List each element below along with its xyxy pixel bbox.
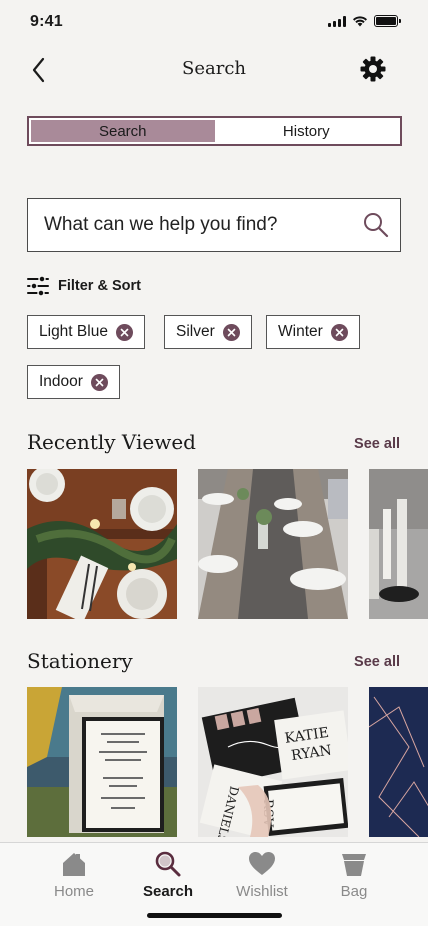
settings-button[interactable] [358,54,388,84]
gear-icon [360,56,386,82]
filter-sort-label: Filter & Sort [58,278,141,294]
home-icon [59,849,89,879]
chip-light-blue[interactable]: Light Blue [27,315,145,349]
recent-item-long-table[interactable] [198,469,348,619]
stationery-item-black-invites[interactable]: KATIE RYAN DANIELS RSV [198,687,348,837]
close-icon[interactable] [90,373,108,391]
sliders-icon [27,276,49,296]
see-all-stationery-link[interactable]: See all [354,654,400,670]
product-image [27,687,177,837]
chip-silver[interactable]: Silver [164,315,252,349]
segmented-control: Search History [27,116,402,146]
recent-item-table-greenery[interactable] [27,469,177,619]
chip-label: Silver [176,323,215,340]
recently-viewed-carousel[interactable] [27,469,428,619]
stationery-item-navy-geometric[interactable] [369,687,428,837]
close-icon[interactable] [222,323,240,341]
see-all-recently-viewed-link[interactable]: See all [354,436,400,452]
heart-icon [247,849,277,879]
tab-label-search: Search [142,883,194,900]
filter-sort-button[interactable]: Filter & Sort [27,276,141,296]
status-time: 9:41 [30,13,63,30]
search-icon[interactable] [352,199,400,251]
header: Search [0,50,428,90]
chip-indoor[interactable]: Indoor [27,365,120,399]
tab-label-home: Home [53,883,94,900]
product-image: KATIE RYAN DANIELS RSV [198,687,348,837]
tab-bag[interactable]: Bag [309,849,399,903]
chip-label: Winter [278,323,323,340]
recent-item-candles[interactable] [369,469,428,619]
home-indicator [147,913,282,918]
product-image [198,469,348,619]
bag-icon [339,849,369,879]
tab-search[interactable]: Search [31,120,215,142]
chip-winter[interactable]: Winter [266,315,360,349]
wifi-icon [353,16,367,27]
tab-history[interactable]: History [215,120,399,142]
status-bar: 9:41 [0,0,428,44]
tab-search-nav[interactable]: Search [123,849,213,903]
stationery-carousel[interactable]: KATIE RYAN DANIELS RSV [27,687,428,837]
battery-icon [374,15,401,27]
close-icon[interactable] [115,323,133,341]
section-title-stationery: Stationery [27,649,133,673]
search-input[interactable] [44,214,352,236]
tab-label-bag: Bag [340,883,368,900]
close-icon[interactable] [330,323,348,341]
tab-home[interactable]: Home [29,849,119,903]
tab-label-wishlist: Wishlist [236,883,288,900]
search-box [27,198,401,252]
chip-label: Light Blue [39,323,108,340]
status-icons [328,15,401,27]
search-icon [153,849,183,879]
stationery-item-framed-invite[interactable] [27,687,177,837]
tab-wishlist[interactable]: Wishlist [217,849,307,903]
chip-label: Indoor [39,373,83,390]
product-image [27,469,177,619]
product-image [369,469,428,619]
section-title-recently-viewed: Recently Viewed [27,430,196,454]
signal-icon [328,15,346,27]
product-image [369,687,428,837]
